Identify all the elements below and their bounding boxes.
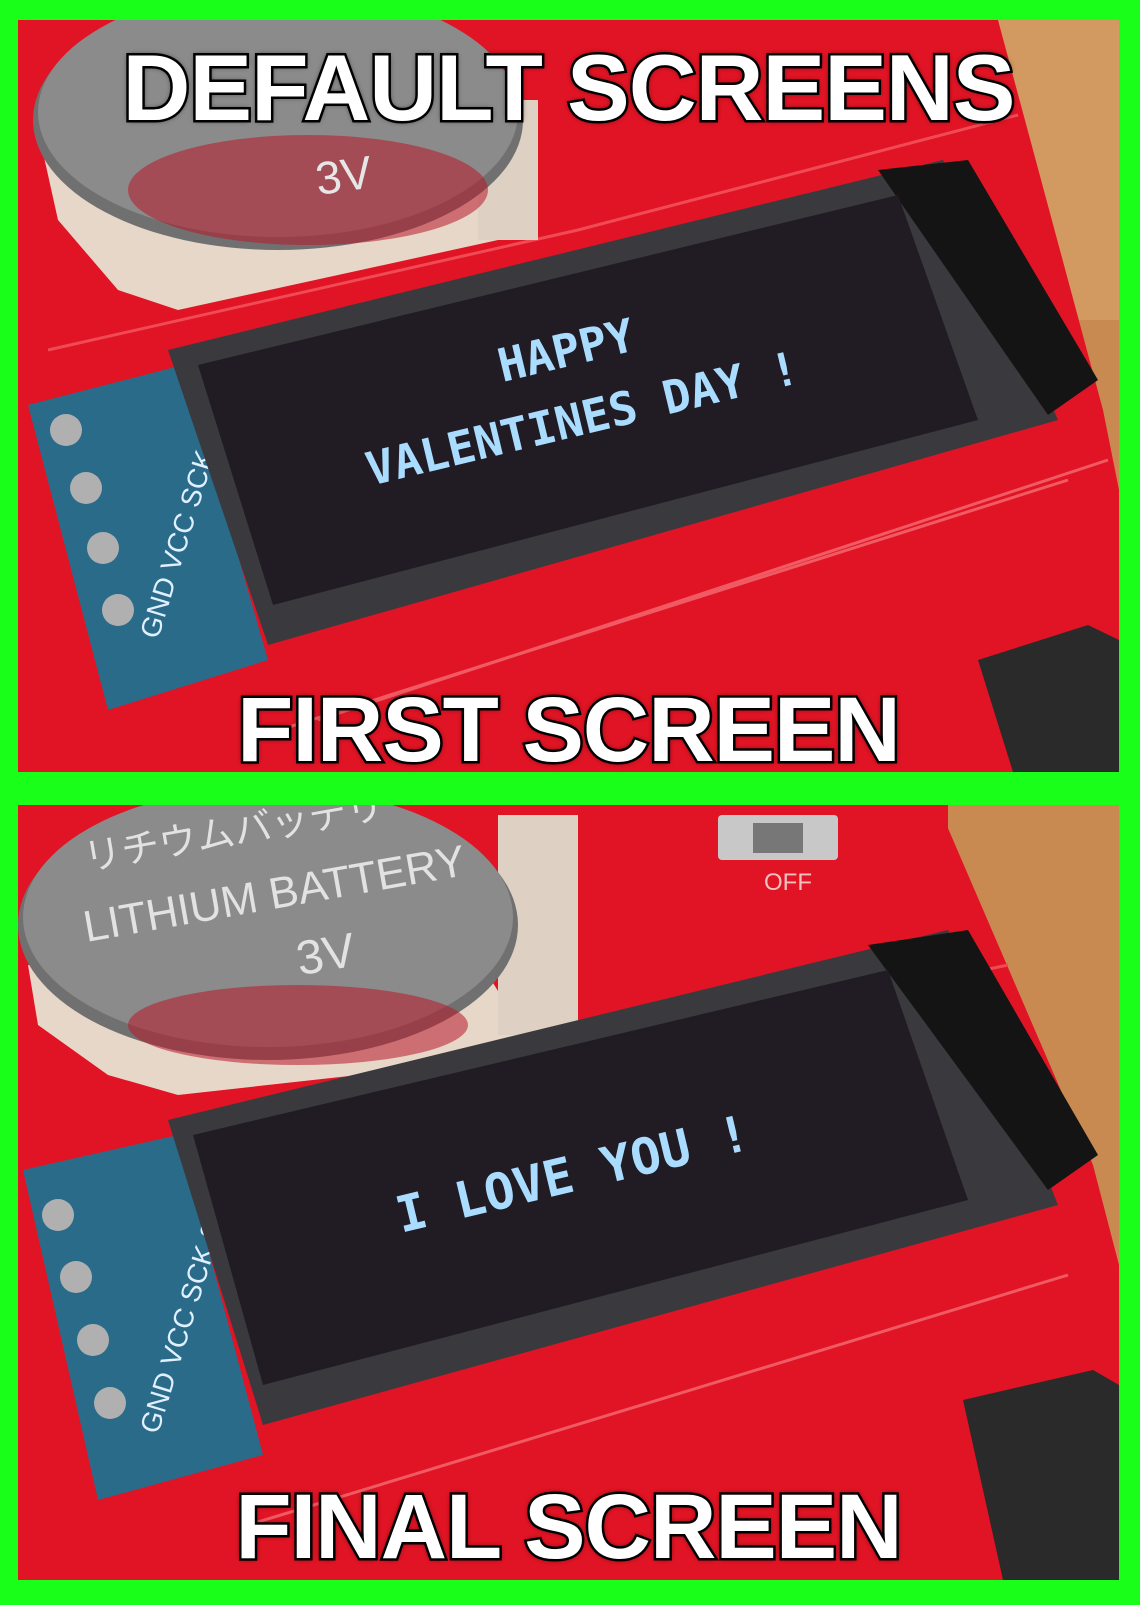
final-screen-photo: OFF リチウムバッテリー LITHIUM BATTERY 3V GND VCC… — [18, 805, 1119, 1580]
first-screen-photo: 3V GND VCC SCK SDA HAPPY VALENTINES DAY … — [18, 20, 1119, 772]
switch-off-label: OFF — [764, 869, 812, 896]
battery-voltage-label: 3V — [312, 146, 375, 205]
battery-voltage-label: 3V — [292, 924, 359, 986]
first-screen-caption: FIRST SCREEN — [235, 677, 904, 773]
photo-scene: OFF リチウムバッテリー LITHIUM BATTERY 3V GND VCC… — [18, 805, 1119, 1580]
final-screen-caption: FINAL SCREEN — [233, 1474, 905, 1581]
page-title: DEFAULT SCREENS — [120, 33, 1018, 143]
